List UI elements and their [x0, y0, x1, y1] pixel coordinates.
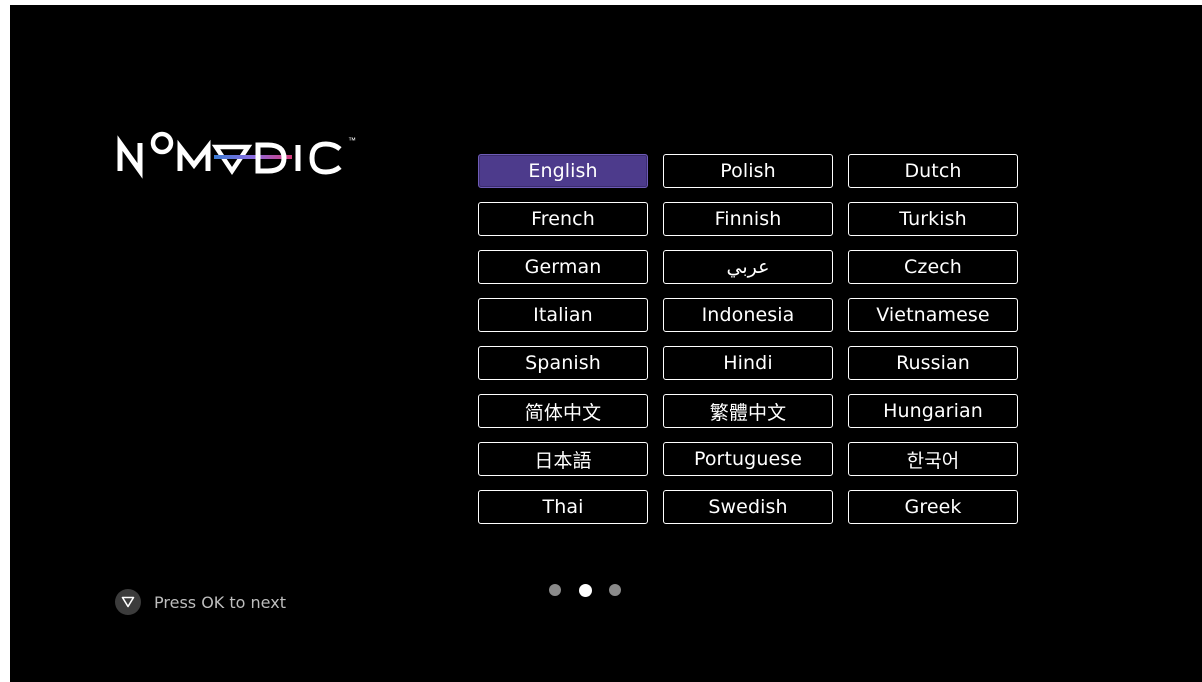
next-hint: Press OK to next [115, 589, 286, 615]
language-option[interactable]: Turkish [848, 202, 1018, 236]
language-option[interactable]: Italian [478, 298, 648, 332]
trademark-mark: ™ [348, 136, 356, 145]
language-option[interactable]: عربي [663, 250, 833, 284]
language-option[interactable]: Swedish [663, 490, 833, 524]
language-option[interactable]: 日本語 [478, 442, 648, 476]
language-option[interactable]: Spanish [478, 346, 648, 380]
language-option[interactable]: Portuguese [663, 442, 833, 476]
language-option[interactable]: Greek [848, 490, 1018, 524]
language-grid: English Polish Dutch French Finnish Turkish Ge… [478, 154, 1018, 524]
language-option[interactable]: Finnish [663, 202, 833, 236]
language-option[interactable]: French [478, 202, 648, 236]
language-option[interactable]: English [478, 154, 648, 188]
setup-screen: ™ English Polish Dutch French Finnish Turkish… [10, 5, 1202, 682]
language-option[interactable]: 繁體中文 [663, 394, 833, 428]
language-option[interactable]: Czech [848, 250, 1018, 284]
language-option[interactable]: Russian [848, 346, 1018, 380]
brand-logo: ™ [116, 131, 386, 183]
page-indicator [548, 583, 622, 597]
language-option[interactable]: Polish [663, 154, 833, 188]
page-dot-active [578, 583, 592, 597]
page-dot [548, 583, 562, 597]
language-option[interactable]: Dutch [848, 154, 1018, 188]
down-triangle-icon [115, 589, 141, 615]
language-option[interactable]: Vietnamese [848, 298, 1018, 332]
language-option[interactable]: 简体中文 [478, 394, 648, 428]
language-option[interactable]: 한국어 [848, 442, 1018, 476]
language-option[interactable]: Thai [478, 490, 648, 524]
language-option[interactable]: German [478, 250, 648, 284]
language-option[interactable]: Hungarian [848, 394, 1018, 428]
hint-text: Press OK to next [154, 592, 286, 612]
page-dot [608, 583, 622, 597]
language-option[interactable]: Hindi [663, 346, 833, 380]
language-option[interactable]: Indonesia [663, 298, 833, 332]
